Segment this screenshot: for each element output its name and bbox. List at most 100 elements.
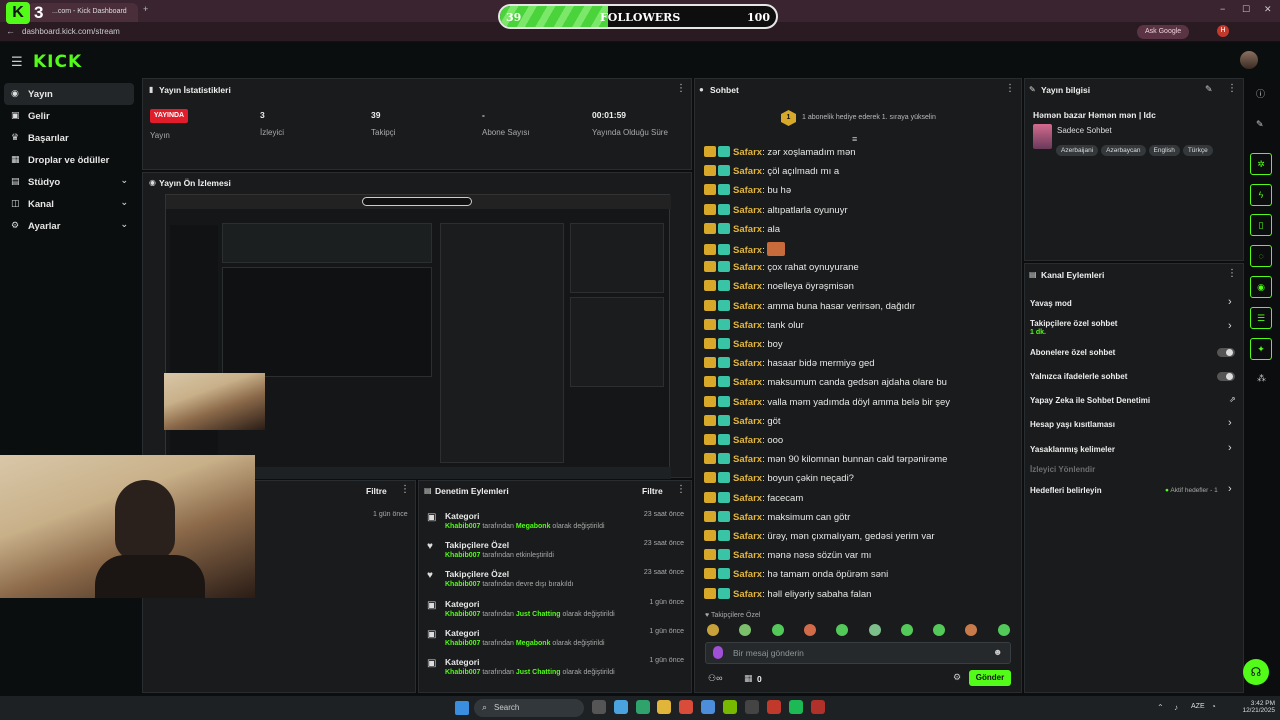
sidebar-item-basarilar[interactable]: ♛ Başarılar <box>4 127 134 149</box>
minimize-button[interactable]: − <box>1220 4 1225 14</box>
settings-icon[interactable]: ⚙ <box>953 672 961 683</box>
subs-chat-toggle[interactable] <box>1217 348 1235 357</box>
chat-username[interactable]: Safarx <box>733 435 762 446</box>
emote-quick-button[interactable] <box>900 624 913 636</box>
chat-username[interactable]: Safarx <box>733 205 762 216</box>
audit-filter-button[interactable]: Filtre <box>642 486 663 496</box>
audit-user[interactable]: Khabib007 <box>445 581 480 588</box>
rail-button-list-icon[interactable]: ☰ <box>1250 307 1272 329</box>
chat-username[interactable]: Safarx <box>733 339 762 350</box>
audit-user[interactable]: Khabib007 <box>445 523 480 530</box>
rail-button-bolt-icon[interactable]: ϟ <box>1250 184 1272 206</box>
explorer-icon[interactable] <box>657 700 671 714</box>
more-icon[interactable]: ⋮ <box>1227 83 1237 94</box>
banned-words-row[interactable]: Yasaklanmış kelimeler <box>1030 445 1115 454</box>
ask-google-button[interactable]: Ask Google <box>1137 25 1189 39</box>
emote-quick-button[interactable] <box>803 624 816 636</box>
chat-username[interactable]: Safarx <box>733 473 762 484</box>
kick-logo[interactable]: KICK <box>33 52 82 72</box>
chat-username[interactable]: Safarx <box>733 301 762 312</box>
chevron-right-icon[interactable]: › <box>1228 417 1232 429</box>
chat-username[interactable]: Safarx <box>733 550 762 561</box>
ai-moderation-row[interactable]: Yapay Zeka ile Sohbet Denetimi <box>1030 396 1150 405</box>
sidebar-item-yayin[interactable]: ◉ Yayın <box>4 83 134 105</box>
link-icon[interactable]: ⚇∞ <box>708 673 722 684</box>
mic-tray-icon[interactable]: ♪ <box>1174 703 1178 712</box>
profile-badge[interactable]: H <box>1217 25 1229 37</box>
app-icon[interactable] <box>811 700 825 714</box>
chevron-right-icon[interactable]: › <box>1228 320 1232 332</box>
apps-icon[interactable]: ⁂ <box>1257 373 1266 384</box>
taskview-icon[interactable] <box>592 700 606 714</box>
chat-username[interactable]: Safarx <box>733 377 762 388</box>
gift-icon[interactable]: ▦ <box>744 673 753 684</box>
chat-username[interactable]: Safarx <box>733 281 762 292</box>
slow-mode-row[interactable]: Yavaş mod <box>1030 299 1072 308</box>
emoji-icon[interactable]: ☻ <box>993 647 1002 657</box>
taskbar-search[interactable]: Search <box>474 699 584 717</box>
audit-category[interactable]: Megabonk <box>516 640 551 647</box>
audit-category[interactable]: Megabonk <box>516 523 551 530</box>
info-icon[interactable]: ⓘ <box>1256 87 1265 100</box>
category-thumbnail[interactable] <box>1033 124 1052 149</box>
language-indicator[interactable]: AZE <box>1191 703 1205 710</box>
rail-button-chat-icon[interactable]: ◌ <box>1250 245 1272 267</box>
collapse-icon[interactable]: ≡ <box>852 134 857 144</box>
tray-chevron-icon[interactable]: ⌃ <box>1157 703 1164 712</box>
sidebar-item-kanal[interactable]: ◫ Kanal ⌄ <box>4 193 134 215</box>
edit-icon[interactable]: ✎ <box>1256 119 1264 130</box>
emote-quick-button[interactable] <box>997 624 1010 636</box>
filter-button[interactable]: Filtre <box>366 486 387 496</box>
goals-row[interactable]: Hedefleri belirleyin <box>1030 486 1102 495</box>
spotify-icon[interactable] <box>789 700 803 714</box>
clock[interactable]: 3:42 PM 12/21/2025 <box>1242 700 1275 714</box>
new-tab-button[interactable]: + <box>143 4 148 14</box>
emote-quick-button[interactable] <box>707 624 719 636</box>
audit-user[interactable]: Khabib007 <box>445 552 480 559</box>
back-icon[interactable]: ← <box>6 26 15 36</box>
account-age-row[interactable]: Hesap yaşı kısıtlaması <box>1030 420 1115 429</box>
chat-username[interactable]: Safarx <box>733 416 762 427</box>
maximize-button[interactable]: ☐ <box>1242 4 1250 15</box>
menu-icon[interactable]: ☰ <box>11 54 23 70</box>
app-icon[interactable] <box>767 700 781 714</box>
stream-preview[interactable] <box>165 194 671 479</box>
app-icon[interactable] <box>679 700 693 714</box>
help-button[interactable]: ☊ <box>1243 659 1269 685</box>
pencil-icon[interactable]: ✎ <box>1205 84 1213 95</box>
windows-start-icon[interactable] <box>455 701 469 715</box>
chat-username[interactable]: Safarx <box>733 531 762 542</box>
external-link-icon[interactable]: ⇗ <box>1229 395 1236 404</box>
chat-username[interactable]: Safarx <box>733 166 762 177</box>
chat-username[interactable]: Safarx <box>733 224 762 235</box>
chat-username[interactable]: Safarx <box>733 245 762 256</box>
chat-username[interactable]: Safarx <box>733 358 762 369</box>
chevron-right-icon[interactable]: › <box>1228 483 1232 495</box>
url-field[interactable]: dashboard.kick.com/stream <box>22 27 120 36</box>
chat-username[interactable]: Safarx <box>733 454 762 465</box>
send-button[interactable]: Gönder <box>969 670 1011 686</box>
emote-chat-toggle[interactable] <box>1217 372 1235 381</box>
close-button[interactable]: ✕ <box>1264 4 1272 15</box>
chat-username[interactable]: Safarx <box>733 397 762 408</box>
chat-username[interactable]: Safarx <box>733 569 762 580</box>
edge-icon[interactable] <box>636 700 650 714</box>
more-icon[interactable]: ⋮ <box>676 83 686 94</box>
audit-user[interactable]: Khabib007 <box>445 669 480 676</box>
followers-chat-row[interactable]: Takipçilere özel sohbet <box>1030 319 1117 328</box>
category-name[interactable]: Sadece Sohbet <box>1057 126 1112 135</box>
sidebar-item-studyo[interactable]: ▤ Stüdyo ⌄ <box>4 171 134 193</box>
audit-user[interactable]: Khabib007 <box>445 640 480 647</box>
browser-tab[interactable]: ...com - Kick Dashboard <box>28 3 138 22</box>
emote-quick-button[interactable] <box>868 624 881 636</box>
chat-username[interactable]: Safarx <box>733 262 762 273</box>
rail-button-doc-icon[interactable]: ▯ <box>1250 214 1272 236</box>
rail-button-wrench-icon[interactable]: ✦ <box>1250 338 1272 360</box>
avatar[interactable] <box>1240 51 1258 69</box>
audit-category[interactable]: Just Chatting <box>516 669 561 676</box>
audit-category[interactable]: Just Chatting <box>516 611 561 618</box>
chat-username[interactable]: Safarx <box>733 493 762 504</box>
store-icon[interactable] <box>701 700 715 714</box>
emote-quick-button[interactable] <box>771 624 784 636</box>
chrome-icon[interactable] <box>614 700 628 714</box>
